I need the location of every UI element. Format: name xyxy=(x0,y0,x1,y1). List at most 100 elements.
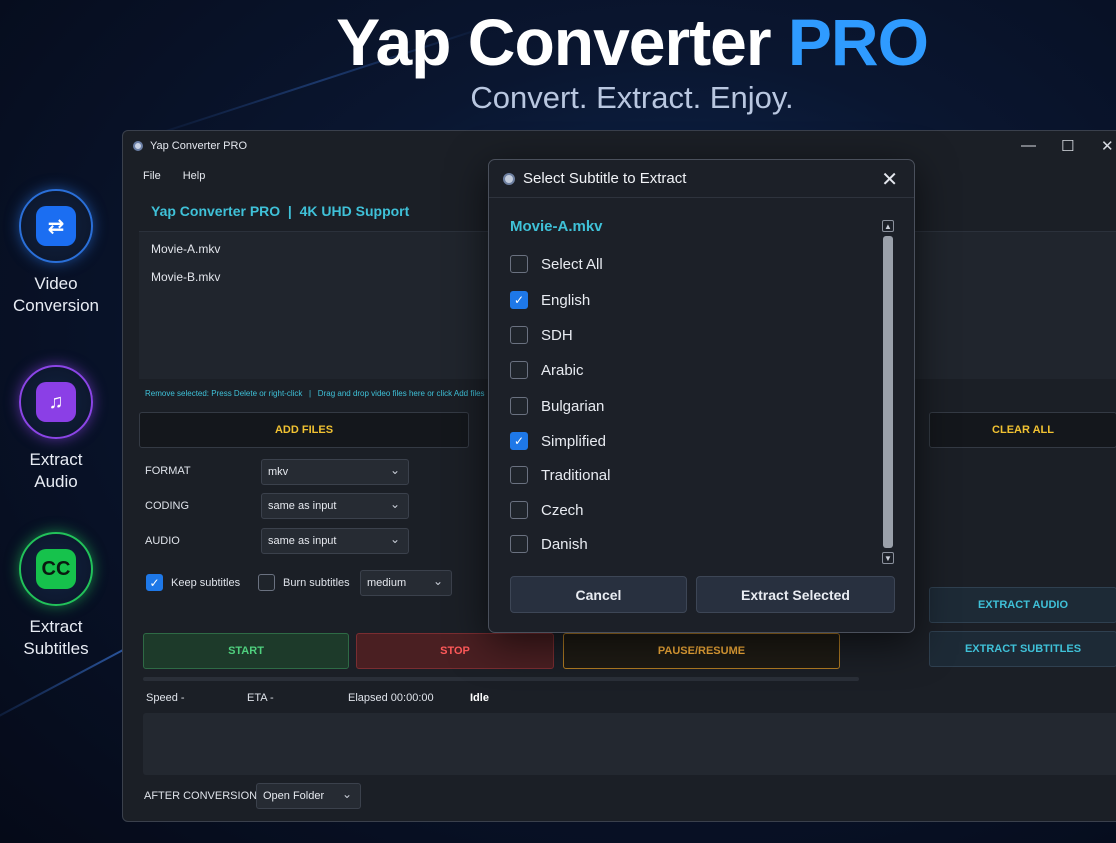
subtitle-dialog: Select Subtitle to Extract ✕ Movie-A.mkv… xyxy=(488,159,915,633)
option-label: Simplified xyxy=(541,432,607,450)
option-label: Danish xyxy=(541,535,588,553)
coding-value: same as input xyxy=(268,500,337,512)
scroll-up-icon[interactable]: ▲ xyxy=(882,220,894,232)
status-text: Idle xyxy=(470,692,489,704)
stop-button[interactable]: STOP xyxy=(356,633,554,669)
feature-badge: ⇄ xyxy=(19,189,93,263)
keep-subtitles-label: Keep subtitles xyxy=(171,577,241,589)
extract-subtitles-button[interactable]: EXTRACT SUBTITLES xyxy=(929,631,1116,667)
option-label: Bulgarian xyxy=(541,397,605,415)
subtitle-option[interactable]: Czech xyxy=(510,500,584,520)
extract-audio-button[interactable]: EXTRACT AUDIO xyxy=(929,587,1116,623)
audio-label: AUDIO xyxy=(145,535,180,547)
add-files-button[interactable]: ADD FILES xyxy=(139,412,469,448)
checkbox[interactable] xyxy=(510,255,528,273)
feature-label-line: Extract xyxy=(29,617,83,636)
format-select[interactable]: mkv ⌄ xyxy=(261,459,409,485)
maximize-icon[interactable]: ☐ xyxy=(1061,137,1074,155)
burn-subtitles-checkbox[interactable] xyxy=(258,574,275,591)
subtitle-option[interactable]: Bulgarian xyxy=(510,396,604,416)
option-label: Select All xyxy=(541,255,603,273)
progress-bar xyxy=(143,677,859,681)
after-conversion-label: AFTER CONVERSION xyxy=(144,790,258,802)
feature-label-line: Subtitles xyxy=(23,639,89,658)
pause-resume-button[interactable]: PAUSE/RESUME xyxy=(563,633,840,669)
format-value: mkv xyxy=(268,466,289,478)
menu-help[interactable]: Help xyxy=(183,170,206,182)
cancel-button[interactable]: Cancel xyxy=(510,576,687,613)
burn-quality-select[interactable]: medium ⌄ xyxy=(360,570,452,596)
select-all-option[interactable]: Select All xyxy=(510,254,603,274)
feature-badge: CC xyxy=(19,532,93,606)
dialog-file-name: Movie-A.mkv xyxy=(510,218,603,235)
scrollbar[interactable]: ▲ ▼ xyxy=(882,220,894,564)
checkbox[interactable] xyxy=(510,361,528,379)
scroll-down-icon[interactable]: ▼ xyxy=(882,552,894,564)
checkbox[interactable] xyxy=(510,535,528,553)
scroll-thumb[interactable] xyxy=(883,236,893,548)
subtitle-option[interactable]: SDH xyxy=(510,325,573,345)
checkbox[interactable]: ✓ xyxy=(510,432,528,450)
extract-selected-button[interactable]: Extract Selected xyxy=(696,576,895,613)
feature-label-line: Video xyxy=(34,274,78,293)
feature-label: Extract Audio xyxy=(0,449,112,493)
keep-subtitles-checkbox[interactable]: ✓ xyxy=(146,574,163,591)
format-label: FORMAT xyxy=(145,465,191,477)
coding-select[interactable]: same as input ⌄ xyxy=(261,493,409,519)
refresh-arrows-icon: ⇄ xyxy=(36,206,76,246)
chevron-down-icon: ⌄ xyxy=(341,787,352,801)
chevron-down-icon: ⌄ xyxy=(432,574,443,588)
subtitle-option[interactable]: ✓ English xyxy=(510,290,590,310)
option-label: SDH xyxy=(541,326,573,344)
audio-file-icon: ♫ xyxy=(36,382,76,422)
subtitle-option[interactable]: ✓ Simplified xyxy=(510,431,606,451)
checkbox[interactable]: ✓ xyxy=(510,291,528,309)
drop-hint: Remove selected: Press Delete or right-c… xyxy=(145,389,485,398)
start-button[interactable]: START xyxy=(143,633,349,669)
cc-icon: CC xyxy=(36,549,76,589)
menu-file[interactable]: File xyxy=(143,170,161,182)
subtitle-option[interactable]: Arabic xyxy=(510,360,584,380)
title-bar: Yap Converter PRO xyxy=(123,131,1116,161)
feature-extract-audio: ♫ Extract Audio xyxy=(0,365,112,493)
option-label: English xyxy=(541,291,591,309)
audio-select[interactable]: same as input ⌄ xyxy=(261,528,409,554)
feature-video-conversion: ⇄ Video Conversion xyxy=(0,189,112,317)
option-label: Arabic xyxy=(541,361,584,379)
speed-readout: Speed - xyxy=(146,692,185,704)
hero-subtitle: Convert. Extract. Enjoy. xyxy=(470,80,794,115)
feature-label-line: Audio xyxy=(34,472,78,491)
hero-title-main: Yap Converter xyxy=(336,5,771,79)
close-icon[interactable]: ✕ xyxy=(881,167,898,192)
feature-extract-subtitles: CC Extract Subtitles xyxy=(0,532,112,660)
coding-label: CODING xyxy=(145,500,189,512)
subtitle-option[interactable]: Danish xyxy=(510,534,588,554)
log-area[interactable] xyxy=(143,713,1116,775)
eta-readout: ETA - xyxy=(247,692,274,704)
hero-title-accent: PRO xyxy=(787,5,929,79)
burn-quality-value: medium xyxy=(367,577,407,589)
app-icon xyxy=(503,172,515,185)
feature-label-line: Extract xyxy=(29,450,83,469)
close-icon[interactable]: ✕ xyxy=(1101,137,1114,155)
dialog-header: Select Subtitle to Extract xyxy=(489,160,914,198)
subtitle-option[interactable]: Traditional xyxy=(510,465,610,485)
checkbox[interactable] xyxy=(510,397,528,415)
elapsed-readout: Elapsed 00:00:00 xyxy=(348,692,434,704)
checkbox[interactable] xyxy=(510,501,528,519)
brand-line: Yap Converter PRO | 4K UHD Support xyxy=(151,203,410,219)
window-title: Yap Converter PRO xyxy=(150,140,248,152)
minimize-icon[interactable]: — xyxy=(1021,137,1036,154)
feature-label-line: Conversion xyxy=(13,296,99,315)
feature-badge: ♫ xyxy=(19,365,93,439)
after-conversion-select[interactable]: Open Folder ⌄ xyxy=(256,783,361,809)
audio-value: same as input xyxy=(268,535,337,547)
checkbox[interactable] xyxy=(510,466,528,484)
option-label: Traditional xyxy=(541,466,611,484)
dialog-title: Select Subtitle to Extract xyxy=(523,170,687,187)
feature-label: Video Conversion xyxy=(0,273,112,317)
checkbox[interactable] xyxy=(510,326,528,344)
chevron-down-icon: ⌄ xyxy=(389,497,400,511)
app-icon xyxy=(133,141,143,151)
clear-all-button[interactable]: CLEAR ALL xyxy=(929,412,1116,448)
